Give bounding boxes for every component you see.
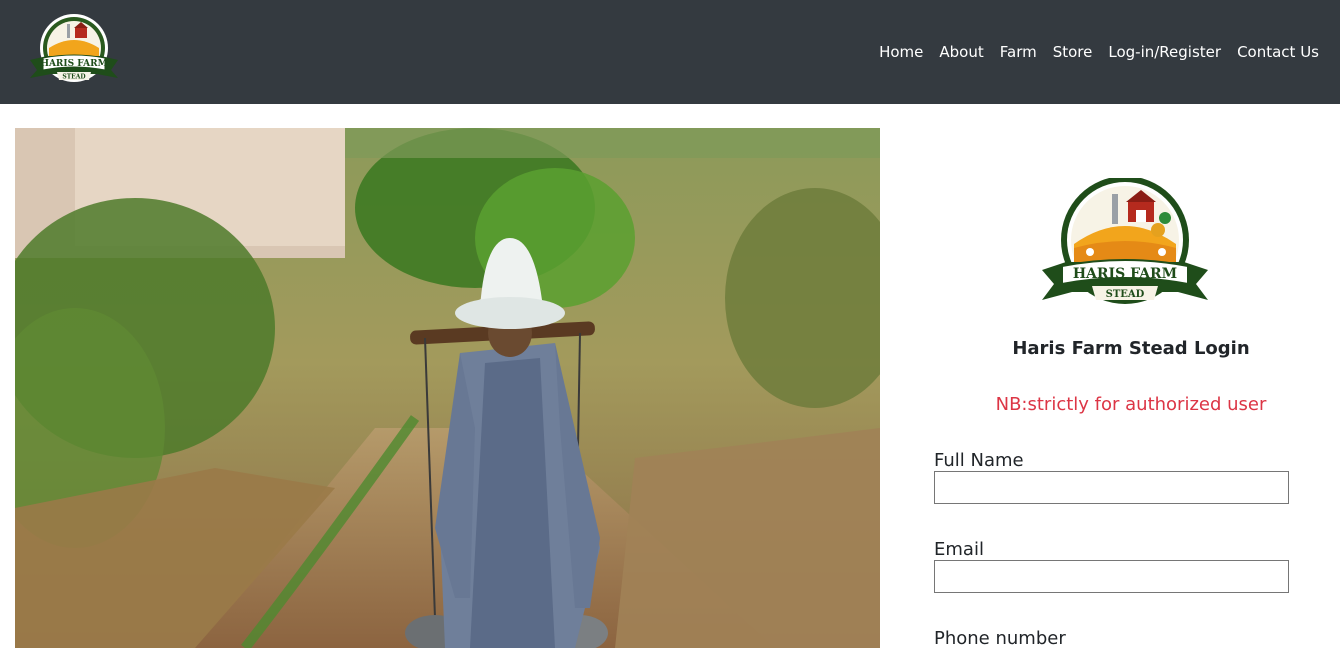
authorization-notice: NB:strictly for authorized user bbox=[995, 394, 1267, 415]
farmer-carrying-buckets-photo bbox=[15, 128, 880, 648]
nav-link-farm[interactable]: Farm bbox=[992, 43, 1045, 61]
farm-badge-icon: HARIS FARM STEAD bbox=[1042, 178, 1208, 304]
email-field[interactable] bbox=[934, 560, 1289, 593]
full-name-label: Full Name bbox=[934, 450, 1024, 471]
nav-link-store[interactable]: Store bbox=[1045, 43, 1101, 61]
nav-link-about[interactable]: About bbox=[931, 43, 991, 61]
nav-link-contact-us[interactable]: Contact Us bbox=[1229, 43, 1319, 61]
badge-title-text: HARIS FARM bbox=[1073, 266, 1177, 282]
site-logo-icon[interactable]: HARIS FARM STEAD bbox=[27, 12, 121, 90]
email-label: Email bbox=[934, 539, 984, 560]
hero-farmer-image bbox=[15, 128, 880, 648]
nav-link-login-register[interactable]: Log-in/Register bbox=[1100, 43, 1229, 61]
login-panel: HARIS FARM STEAD Haris Farm Stead Login … bbox=[920, 128, 1340, 648]
full-name-field[interactable] bbox=[934, 471, 1289, 504]
main-navigation: Home About Farm Store Log-in/Register Co… bbox=[871, 43, 1319, 61]
logo-subtitle-text: STEAD bbox=[62, 74, 85, 81]
top-navbar: HARIS FARM STEAD Home About Farm Store L… bbox=[0, 0, 1340, 104]
login-title: Haris Farm Stead Login bbox=[1012, 338, 1250, 359]
logo-title-text: HARIS FARM bbox=[40, 59, 107, 69]
phone-number-label: Phone number bbox=[934, 628, 1066, 648]
badge-subtitle-text: STEAD bbox=[1106, 289, 1145, 300]
nav-link-home[interactable]: Home bbox=[871, 43, 931, 61]
